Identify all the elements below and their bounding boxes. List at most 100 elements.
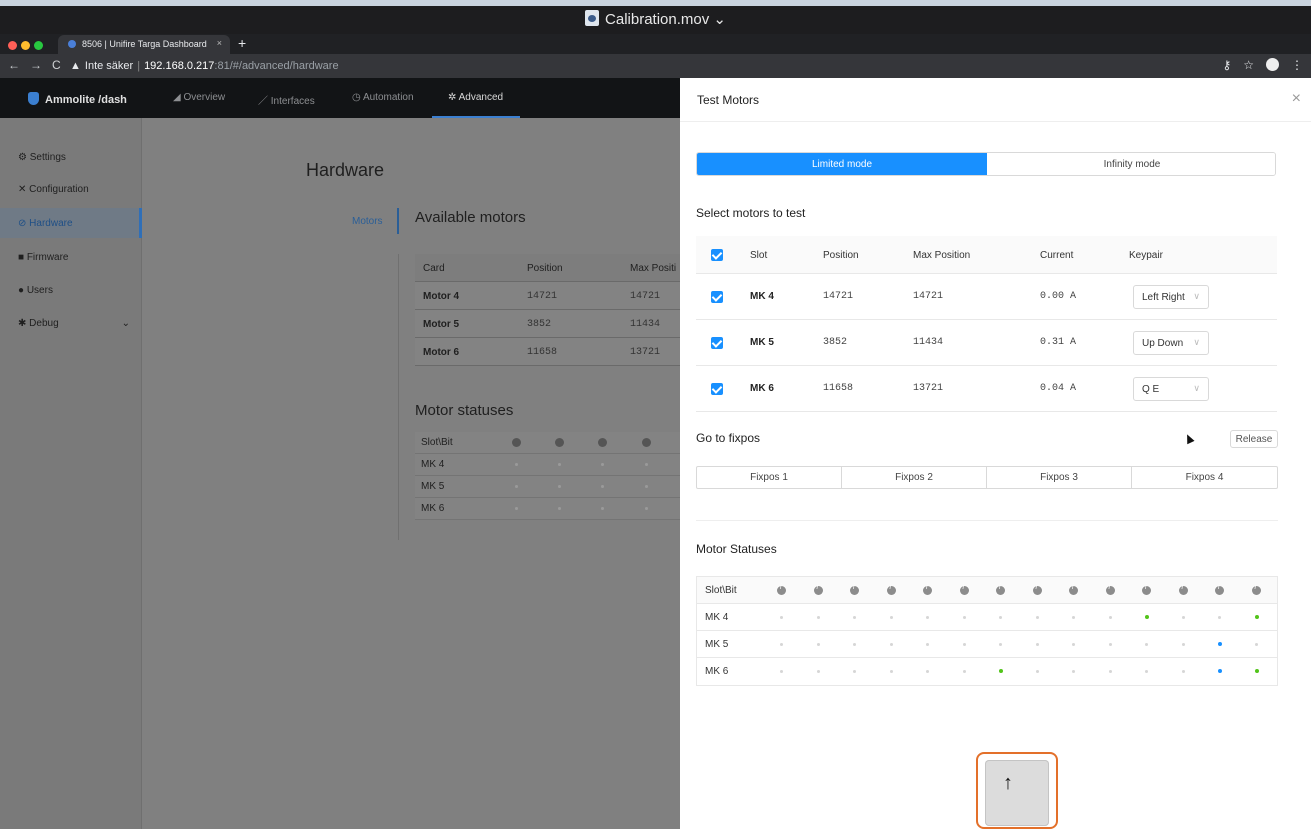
status-dot (558, 507, 561, 510)
info-icon (512, 438, 521, 447)
info-icon (1142, 584, 1151, 595)
new-tab-button[interactable]: + (238, 35, 246, 51)
tools-icon: ✕ (18, 184, 27, 195)
gear-icon: ✲ (448, 92, 459, 103)
table-header: Card Position Max Positi (415, 254, 680, 282)
sidebar-item-hardware[interactable]: ⊘ Hardware (18, 218, 73, 229)
fixpos-buttons: Fixpos 1 Fixpos 2 Fixpos 3 Fixpos 4 (696, 466, 1278, 489)
brand[interactable]: Ammolite /dash (28, 92, 127, 106)
status-dot (1108, 616, 1112, 619)
minimize-window-button[interactable] (21, 41, 30, 50)
fixpos-4-button[interactable]: Fixpos 4 (1132, 467, 1277, 488)
nav-automation[interactable]: ◷ Automation (352, 92, 414, 103)
status-dot (1035, 643, 1039, 646)
url-host: 192.168.0.217 (144, 60, 215, 72)
forward-icon[interactable]: → (30, 58, 42, 72)
status-dot (889, 643, 893, 646)
info-icon (598, 438, 607, 447)
fixpos-3-button[interactable]: Fixpos 3 (987, 467, 1132, 488)
subnav-motors[interactable]: Motors (352, 216, 383, 227)
settings-icon: ⚙ (18, 152, 27, 163)
app-top-nav: Ammolite /dash ◢ Overview ／ Interfaces ◷… (0, 78, 680, 118)
status-dot (780, 670, 783, 673)
clock-icon: ◷ (352, 92, 363, 103)
info-icon (1105, 584, 1115, 595)
window-title: Calibration.mov ⌄ (0, 10, 1311, 28)
release-button[interactable]: Release (1230, 430, 1278, 448)
status-dot (999, 669, 1003, 673)
info-icon (1215, 584, 1224, 595)
warning-icon: ▲ (70, 60, 81, 72)
motor-status-table: Slot\Bit MK 4 MK 5 MK 6 (696, 576, 1278, 686)
info-icon (959, 584, 969, 595)
profile-icon[interactable] (1266, 58, 1279, 71)
security-label: Inte säker (84, 60, 134, 72)
title-chevron-icon[interactable]: ⌄ (713, 11, 726, 28)
keystroke-overlay: ↑ (976, 752, 1058, 829)
status-dot (515, 463, 518, 466)
reload-icon[interactable]: C (52, 58, 61, 72)
row-checkbox[interactable] (711, 337, 723, 349)
status-dot (558, 463, 561, 466)
info-icon (1032, 584, 1042, 595)
nav-overview[interactable]: ◢ Overview (173, 92, 225, 103)
nav-interfaces[interactable]: ／ Interfaces (258, 92, 315, 107)
sidebar-item-settings[interactable]: ⚙ Settings (18, 152, 66, 163)
table-row: MK 4 14721 14721 0.00 A Left Right ∨ (696, 274, 1277, 320)
tab-close-icon[interactable]: × (217, 38, 222, 48)
status-dot (1145, 615, 1149, 619)
fixpos-1-button[interactable]: Fixpos 1 (697, 467, 842, 488)
status-dot (1181, 643, 1185, 646)
menu-icon[interactable]: ⋮ (1291, 58, 1303, 72)
close-icon[interactable]: × (1292, 90, 1301, 108)
star-icon[interactable]: ☆ (1243, 58, 1254, 72)
available-motors-table: Card Position Max Positi Motor 4 14721 1… (415, 254, 680, 366)
nav-advanced[interactable]: ✲ Advanced (448, 92, 503, 103)
status-dot (1181, 670, 1185, 673)
table-header: Slot\Bit (697, 577, 1277, 604)
select-motors-label: Select motors to test (696, 206, 806, 220)
fixpos-2-button[interactable]: Fixpos 2 (842, 467, 987, 488)
infinity-mode-button[interactable]: Infinity mode (987, 153, 1275, 175)
sidebar: ⚙ Settings ✕ Configuration ⊘ Hardware ■ … (0, 118, 142, 829)
sidebar-item-firmware[interactable]: ■ Firmware (18, 252, 69, 263)
address-bar-row: ← → C ▲ Inte säker | 192.168.0.217:81/#/advan… (0, 54, 1311, 78)
zoom-window-button[interactable] (34, 41, 43, 50)
close-window-button[interactable] (8, 41, 17, 50)
status-dot (645, 485, 648, 488)
status-dot (853, 616, 856, 619)
mouse-cursor-icon (1183, 432, 1195, 445)
status-dot (1181, 616, 1185, 619)
url-field[interactable]: ▲ Inte säker | 192.168.0.217:81/#/advanced/… (70, 57, 1270, 75)
sidebar-item-users[interactable]: ● Users (18, 285, 53, 296)
status-dot (1072, 643, 1075, 646)
status-dot (853, 670, 856, 673)
select-all-checkbox[interactable] (711, 249, 723, 261)
key-icon[interactable]: ⚷ (1222, 58, 1231, 72)
browser-tab[interactable]: 8506 | Unifire Targa Dashboard × (58, 35, 230, 54)
document-icon (585, 10, 600, 26)
available-motors-title: Available motors (415, 209, 526, 226)
row-checkbox[interactable] (711, 383, 723, 395)
test-motors-drawer: Test Motors × Limited mode Infinity mode… (680, 78, 1311, 829)
sidebar-item-configuration[interactable]: ✕ Configuration (18, 184, 89, 195)
status-dot (645, 463, 648, 466)
subnav-divider (398, 254, 399, 540)
tab-title: 8506 | Unifire Targa Dashboard (82, 39, 207, 49)
row-checkbox[interactable] (711, 291, 723, 303)
status-dot (1035, 670, 1039, 673)
keypair-select[interactable]: Left Right ∨ (1133, 285, 1209, 309)
keypair-select[interactable]: Up Down ∨ (1133, 331, 1209, 355)
status-dot (1218, 669, 1222, 673)
status-dot (1108, 670, 1112, 673)
back-icon[interactable]: ← (8, 58, 20, 72)
chevron-down-icon: ∨ (1193, 337, 1200, 347)
status-dot (926, 670, 929, 673)
table-row: Motor 6 11658 13721 (415, 338, 680, 366)
table-row: MK 4 (697, 604, 1277, 631)
chevron-down-icon: ∨ (1193, 383, 1200, 393)
status-dot (962, 670, 966, 673)
keypair-select[interactable]: Q E ∨ (1133, 377, 1209, 401)
limited-mode-button[interactable]: Limited mode (697, 153, 987, 175)
sidebar-item-debug[interactable]: ✱ Debug ⌄ (18, 318, 130, 329)
